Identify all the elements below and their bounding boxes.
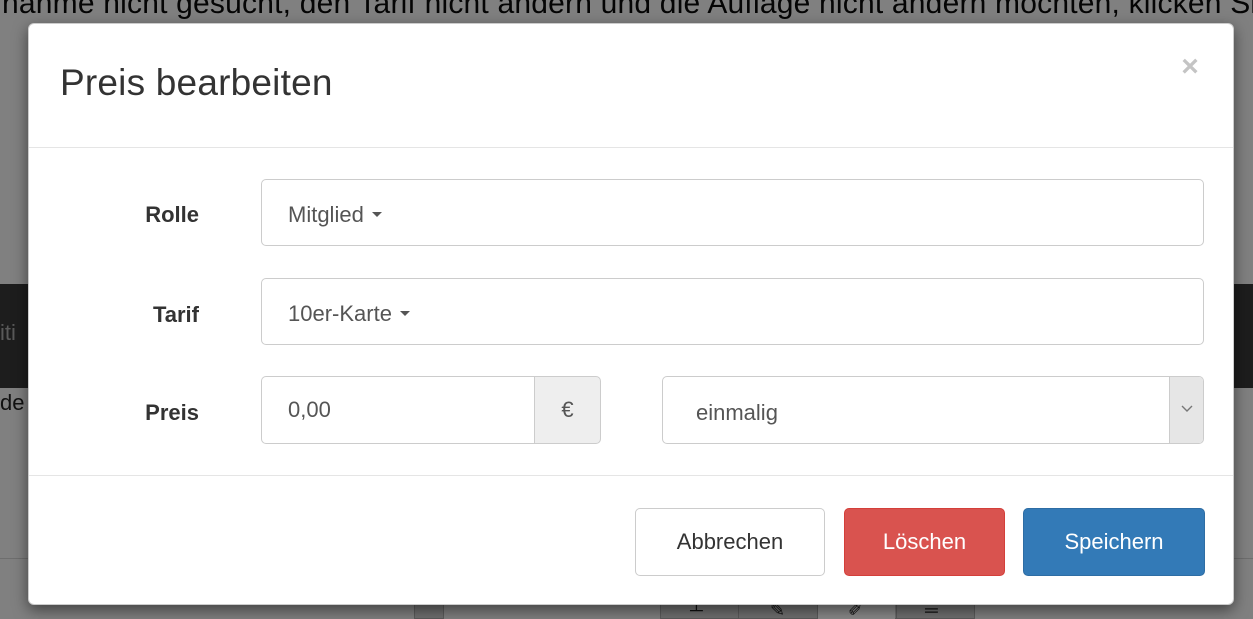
modal-header: Preis bearbeiten × [29,24,1233,148]
background-divider [0,558,28,559]
cancel-button[interactable]: Abbrechen [635,508,825,576]
close-icon[interactable]: × [1177,52,1203,82]
frequency-select[interactable]: einmalig [662,376,1204,444]
modal-title: Preis bearbeiten [60,62,333,103]
tariff-value-text: 10er-Karte [288,301,392,326]
tariff-dropdown-value: 10er-Karte [288,301,410,327]
currency-addon: € [534,376,601,444]
price-label: Preis [145,400,199,425]
frequency-select-value: einmalig [696,400,778,425]
chevron-down-icon [1181,405,1193,412]
background-fragment: iti [0,320,16,345]
role-dropdown-value: Mitglied [288,202,382,228]
edit-price-modal: Preis bearbeiten × Rolle Mitglied Tarif … [28,23,1234,605]
background-divider [1233,558,1253,559]
role-dropdown[interactable]: Mitglied [261,179,1204,246]
role-label: Rolle [145,202,199,227]
tariff-dropdown[interactable]: 10er-Karte [261,278,1204,345]
select-arrow[interactable] [1169,377,1203,443]
caret-down-icon [399,310,410,316]
price-input-group: € [261,376,601,444]
background-top-text: nahme nicht gesucht, den Tarif nicht änd… [2,0,1253,20]
price-input[interactable] [261,376,535,444]
background-fragment: de [0,390,25,415]
delete-button[interactable]: Löschen [844,508,1005,576]
background-top-text-line: nahme nicht gesucht, den Tarif nicht änd… [0,0,1253,22]
role-value-text: Mitglied [288,202,364,227]
caret-down-icon [371,211,382,217]
tariff-label: Tarif [152,302,199,327]
save-button[interactable]: Speichern [1023,508,1205,576]
